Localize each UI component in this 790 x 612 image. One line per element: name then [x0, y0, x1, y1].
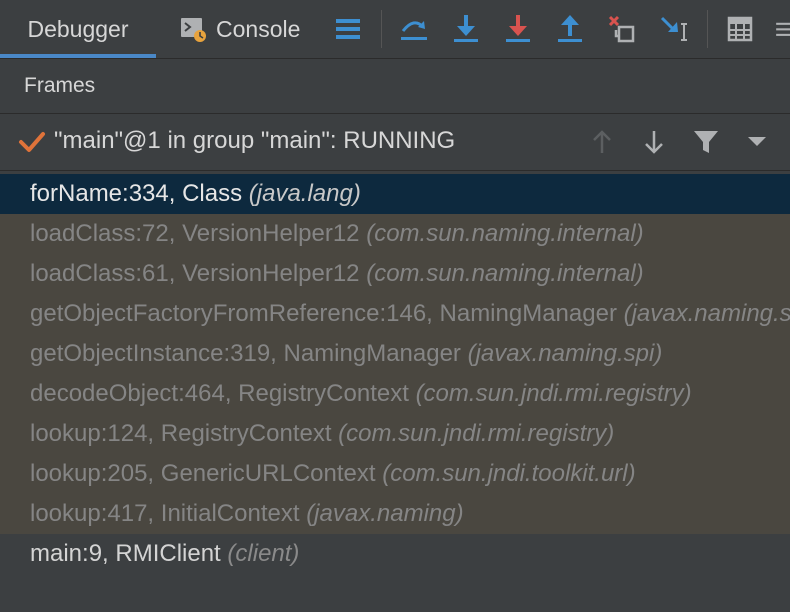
frame-method: main:9, RMIClient	[30, 540, 221, 567]
frame-label: getObjectInstance:319, NamingManager (ja…	[30, 340, 662, 368]
frame-row[interactable]: loadClass:61, VersionHelper12 (com.sun.n…	[0, 254, 790, 294]
tab-debugger-label: Debugger	[27, 15, 129, 42]
thread-label: "main"@1 in group "main": RUNNING	[54, 127, 456, 154]
evaluate-expression-icon[interactable]	[722, 11, 758, 47]
filter-icon[interactable]	[690, 126, 722, 158]
frame-label: loadClass:72, VersionHelper12 (com.sun.n…	[30, 220, 644, 248]
frame-method: decodeObject:464, RegistryContext	[30, 380, 409, 407]
previous-frame-arrow-icon[interactable]	[586, 126, 618, 158]
frame-package: (com.sun.jndi.rmi.registry)	[415, 380, 692, 407]
frame-label: loadClass:61, VersionHelper12 (com.sun.n…	[30, 260, 644, 288]
frame-method: lookup:124, RegistryContext	[30, 420, 332, 447]
tab-console[interactable]: Console	[180, 0, 300, 58]
debugger-tool-window: Debugger Console Frames "main"@1 in grou…	[0, 0, 790, 612]
frame-label: lookup:124, RegistryContext (com.sun.jnd…	[30, 420, 614, 448]
frame-label: main:9, RMIClient (client)	[30, 540, 299, 568]
frame-row[interactable]: main:9, RMIClient (client)	[0, 534, 790, 574]
thread-selector[interactable]: "main"@1 in group "main": RUNNING	[0, 114, 790, 171]
frame-label: lookup:205, GenericURLContext (com.sun.j…	[30, 460, 636, 488]
frame-label: decodeObject:464, RegistryContext (com.s…	[30, 380, 692, 408]
toolbar-separator	[381, 10, 382, 48]
frame-method: getObjectFactoryFromReference:146, Namin…	[30, 300, 617, 327]
drop-frame-icon[interactable]	[604, 11, 640, 47]
frames-panel-title: Frames	[24, 74, 96, 97]
frame-method: lookup:417, InitialContext	[30, 500, 300, 527]
frame-package: (client)	[227, 540, 300, 567]
step-out-icon[interactable]	[552, 11, 588, 47]
frame-label: forName:334, Class (java.lang)	[30, 180, 361, 208]
frames-list: forName:334, Class (java.lang) loadClass…	[0, 174, 790, 612]
frame-row[interactable]: lookup:417, InitialContext (javax.naming…	[0, 494, 790, 534]
next-frame-arrow-icon[interactable]	[638, 126, 670, 158]
tab-debugger[interactable]: Debugger	[0, 0, 156, 58]
run-to-cursor-icon[interactable]	[656, 11, 692, 47]
frame-row[interactable]: decodeObject:464, RegistryContext (com.s…	[0, 374, 790, 414]
frame-package: (com.sun.jndi.rmi.registry)	[338, 420, 615, 447]
frame-row[interactable]: loadClass:72, VersionHelper12 (com.sun.n…	[0, 214, 790, 254]
show-execution-point-icon[interactable]	[396, 11, 432, 47]
frame-label: lookup:417, InitialContext (javax.naming…	[30, 500, 464, 528]
frame-row[interactable]: lookup:124, RegistryContext (com.sun.jnd…	[0, 414, 790, 454]
frame-method: forName:334, Class	[30, 180, 243, 207]
frame-method: loadClass:72, VersionHelper12	[30, 220, 360, 247]
frame-package: (javax.naming.spi)	[623, 300, 790, 327]
frame-method: lookup:205, GenericURLContext	[30, 460, 376, 487]
frame-method: getObjectInstance:319, NamingManager	[30, 340, 461, 367]
active-tab-indicator	[0, 54, 156, 58]
step-into-icon[interactable]	[448, 11, 484, 47]
frame-package: (com.sun.naming.internal)	[366, 260, 644, 287]
more-icon[interactable]	[772, 11, 790, 47]
checkmark-icon	[19, 132, 45, 152]
frame-package: (java.lang)	[248, 180, 361, 207]
frame-package: (javax.naming.spi)	[467, 340, 663, 367]
console-icon	[181, 18, 206, 42]
chevron-down-icon[interactable]	[741, 126, 773, 158]
frame-row[interactable]: getObjectInstance:319, NamingManager (ja…	[0, 334, 790, 374]
frame-row[interactable]: getObjectFactoryFromReference:146, Namin…	[0, 294, 790, 334]
frame-package: (com.sun.jndi.toolkit.url)	[382, 460, 636, 487]
layout-menu-icon[interactable]	[330, 11, 366, 47]
frame-row[interactable]: lookup:205, GenericURLContext (com.sun.j…	[0, 454, 790, 494]
frame-package: (javax.naming)	[306, 500, 464, 527]
frame-package: (com.sun.naming.internal)	[366, 220, 644, 247]
tab-console-label: Console	[216, 15, 301, 42]
frame-method: loadClass:61, VersionHelper12	[30, 260, 360, 287]
frame-row[interactable]: forName:334, Class (java.lang)	[0, 174, 790, 214]
debugger-toolbar: Debugger Console	[0, 0, 790, 59]
toolbar-separator	[707, 10, 708, 48]
frame-label: getObjectFactoryFromReference:146, Namin…	[30, 300, 790, 328]
frames-panel-header: Frames	[0, 59, 790, 114]
force-step-into-icon[interactable]	[500, 11, 536, 47]
